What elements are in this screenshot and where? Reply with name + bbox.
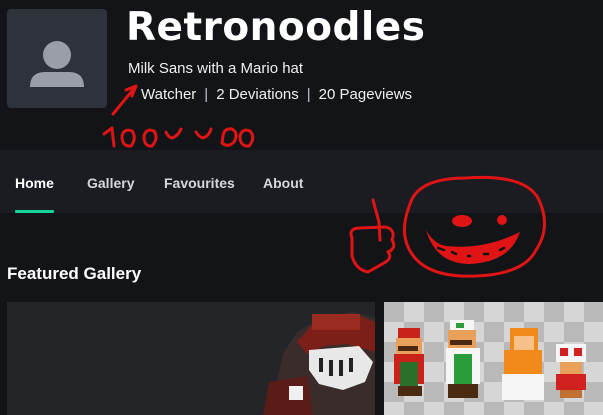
active-tab-indicator <box>15 210 54 213</box>
avatar[interactable] <box>7 9 107 108</box>
luigi-sprite <box>446 320 480 398</box>
profile-stats: Watcher | 2 Deviations | 20 Pageviews <box>141 86 412 103</box>
deviations-link[interactable]: 2 Deviations <box>216 86 299 103</box>
doodle-mouth <box>426 230 520 264</box>
profile-nav: Home Gallery Favourites About <box>0 150 603 213</box>
stats-separator: | <box>306 86 311 103</box>
user-tagline: Milk Sans with a Mario hat <box>128 60 304 77</box>
gallery-thumbnail[interactable] <box>7 302 375 415</box>
tab-home[interactable]: Home <box>15 175 54 191</box>
default-user-icon <box>30 41 84 87</box>
toad-sprite <box>556 344 586 398</box>
tab-about[interactable]: About <box>263 175 303 191</box>
doodle-eye <box>497 215 507 225</box>
doodle-teeth <box>436 246 506 258</box>
gallery-thumbnail[interactable] <box>384 302 603 415</box>
tab-favourites[interactable]: Favourites <box>164 175 235 191</box>
tab-gallery[interactable]: Gallery <box>87 175 134 191</box>
stats-separator: | <box>204 86 209 103</box>
username[interactable]: Retronoodles <box>126 2 425 54</box>
doodle-eye <box>452 215 472 227</box>
pixel-characters-artwork <box>384 302 603 415</box>
profile-header: Retronoodles Milk Sans with a Mario hat … <box>0 0 603 150</box>
dark-mario-artwork <box>7 302 375 415</box>
section-title-featured: Featured Gallery <box>7 264 142 283</box>
watchers-link[interactable]: Watcher <box>141 86 196 103</box>
pageviews-count: 20 Pageviews <box>318 86 413 103</box>
